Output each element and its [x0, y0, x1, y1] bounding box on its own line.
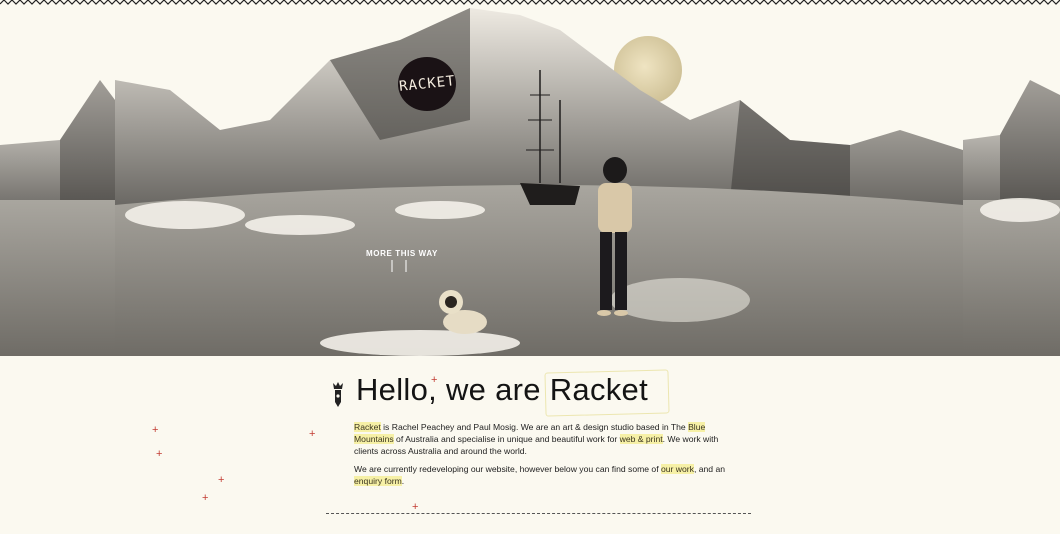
more-this-way-link[interactable]: MORE THIS WAY [366, 249, 438, 258]
redevelop-text-3: . [401, 476, 405, 486]
enquiry-form-link[interactable]: enquiry form [354, 476, 402, 486]
redevelop-paragraph: We are currently redeveloping our websit… [354, 463, 726, 487]
logo-text: RACKET [398, 73, 456, 95]
cross-decoration: + [156, 448, 163, 460]
hero-illustration: RACKET MORE THIS WAY [0, 0, 1060, 356]
our-work-link[interactable]: our work [661, 464, 694, 474]
cross-decoration: + [431, 374, 438, 386]
zigzag-border [0, 0, 1060, 5]
racket-link[interactable]: Racket [354, 422, 381, 432]
cross-decoration: + [218, 474, 225, 486]
intro-paragraph: Racket is Rachel Peachey and Paul Mosig.… [354, 421, 726, 457]
intro-text-2: of Australia and specialise in unique an… [393, 434, 620, 444]
web-print-link[interactable]: web & print [619, 434, 663, 444]
racket-logo[interactable]: RACKET [398, 57, 456, 111]
page-title: Hello, we are Racket [356, 372, 649, 407]
intro-text-1: is Rachel Peachey and Paul Mosig. We are… [380, 422, 689, 432]
redevelop-text-1: We are currently redeveloping our websit… [354, 464, 661, 474]
moon-ground-shape [115, 185, 963, 356]
cross-decoration: + [412, 501, 419, 513]
redevelop-text-2: , and an [693, 464, 726, 474]
cross-decoration: + [309, 428, 316, 440]
racket-mark-icon [333, 382, 343, 407]
cross-decoration: + [202, 492, 209, 504]
dashed-divider [326, 513, 751, 514]
cross-decoration: + [152, 424, 159, 436]
mountain-landscape-image [0, 8, 1060, 356]
